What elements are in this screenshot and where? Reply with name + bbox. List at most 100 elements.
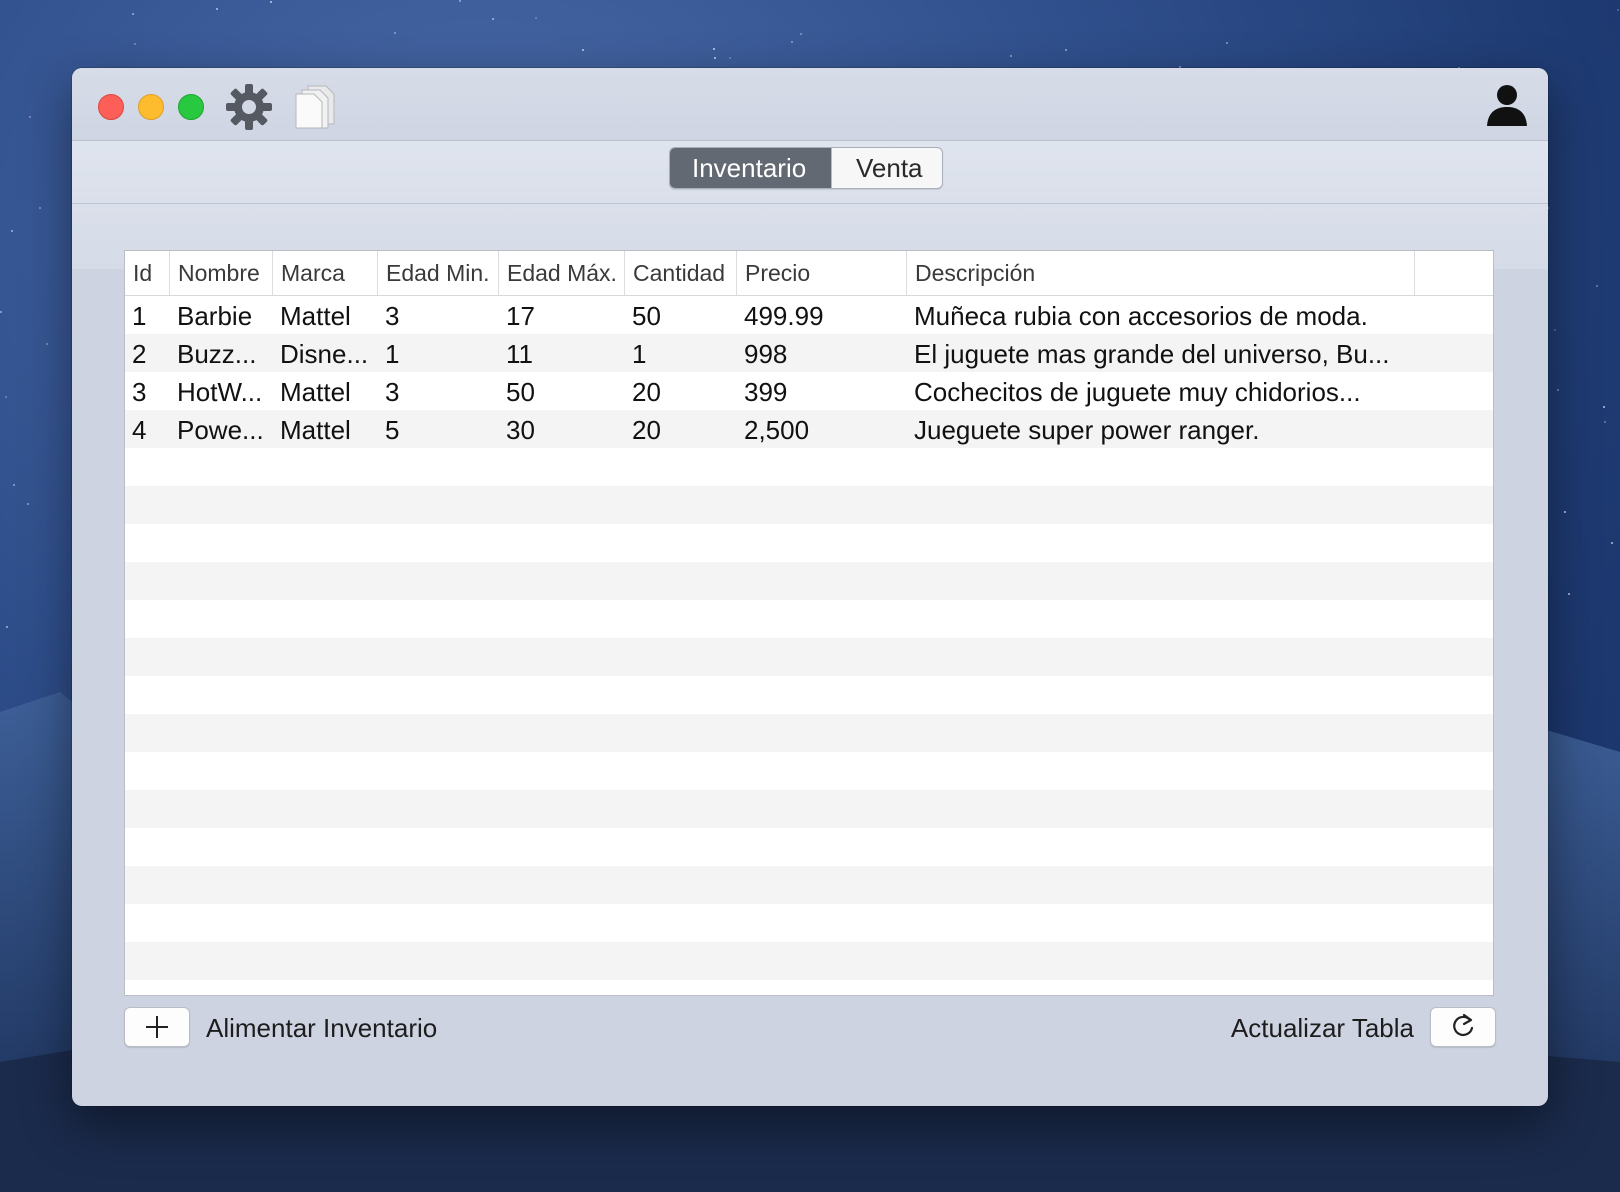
add-inventory-label: Alimentar Inventario	[206, 1013, 438, 1043]
minimize-button[interactable]	[138, 94, 164, 120]
table-cell: 17	[506, 301, 535, 331]
empty-table-row[interactable]	[125, 828, 1493, 866]
empty-table-row[interactable]	[125, 942, 1493, 980]
star	[1564, 511, 1566, 513]
column-header-id[interactable]: Id	[125, 251, 170, 295]
empty-table-row[interactable]	[125, 600, 1493, 638]
star	[11, 230, 13, 232]
table-cell: 1	[132, 301, 147, 331]
refresh-table-label: Actualizar Tabla	[1230, 1013, 1414, 1043]
table-cell: Disne...	[280, 339, 369, 369]
star	[729, 57, 731, 59]
empty-table-row[interactable]	[125, 562, 1493, 600]
star	[39, 207, 41, 209]
refresh-button[interactable]	[1430, 1007, 1496, 1047]
star	[1568, 593, 1570, 595]
bottom-bar: Alimentar Inventario Actualizar Tabla	[124, 1007, 1496, 1047]
column-header-edad-max[interactable]: Edad Máx.	[499, 251, 625, 295]
table-cell: 20	[632, 415, 661, 445]
star	[5, 396, 7, 398]
star	[714, 57, 716, 59]
tab-venta[interactable]: Venta	[831, 148, 942, 188]
column-header-marca[interactable]: Marca	[273, 251, 378, 295]
table-cell: HotW...	[177, 377, 263, 407]
column-header-precio[interactable]: Precio	[737, 251, 907, 295]
table-row[interactable]: 2 Buzz... Disne... 1 11 1 998 El juguete mas gr…	[125, 334, 1493, 372]
column-header-nombre[interactable]: Nombre	[170, 251, 273, 295]
table-cell: Mattel	[280, 377, 351, 407]
empty-table-row[interactable]	[125, 638, 1493, 676]
star	[1554, 329, 1556, 331]
user-icon[interactable]	[1484, 82, 1530, 133]
star	[800, 33, 802, 35]
tab-separator	[72, 203, 1548, 204]
refresh-icon	[1453, 1013, 1474, 1037]
star	[492, 18, 494, 20]
table-cell: 3	[385, 301, 400, 331]
documents-icon[interactable]	[292, 82, 340, 135]
star	[1226, 42, 1228, 44]
table-cell: 5	[385, 415, 400, 445]
star	[1603, 406, 1605, 408]
star	[535, 17, 537, 19]
star	[27, 503, 29, 505]
empty-table-row[interactable]	[125, 676, 1493, 714]
table-cell: Mattel	[280, 415, 351, 445]
empty-table-row[interactable]	[125, 486, 1493, 524]
empty-table-row[interactable]	[125, 752, 1493, 790]
table-cell: 1	[632, 339, 647, 369]
inventory-table[interactable]: Id Nombre Marca Edad Min. Edad Máx. Cant…	[124, 250, 1494, 996]
star	[1604, 421, 1606, 423]
empty-table-row[interactable]	[125, 714, 1493, 752]
star	[0, 311, 2, 313]
table-cell: 2,500	[744, 415, 810, 445]
table-header: Id Nombre Marca Edad Min. Edad Máx. Cant…	[125, 251, 1493, 296]
column-header-descripcion[interactable]: Descripción	[907, 251, 1415, 295]
star	[6, 626, 8, 628]
table-cell: 1	[385, 339, 400, 369]
star	[791, 41, 793, 43]
table-cell: Buzz...	[177, 339, 257, 369]
star	[1611, 542, 1613, 544]
table-cell: 30	[506, 415, 535, 445]
star	[132, 13, 134, 15]
table-cell: 399	[744, 377, 788, 407]
title-bar	[72, 68, 1548, 141]
table-cell: 3	[132, 377, 147, 407]
gear-icon[interactable]	[224, 82, 274, 137]
column-header-edad-min[interactable]: Edad Min.	[378, 251, 499, 295]
empty-table-row[interactable]	[125, 980, 1493, 995]
star	[713, 48, 715, 50]
star	[13, 484, 15, 486]
app-window: Inventario Venta Id Nombre Marca Edad Mi…	[72, 68, 1548, 1106]
table-row[interactable]: 3 HotW... Mattel 3 50 20 399 Cochecitos de jugu…	[125, 372, 1493, 410]
zoom-button[interactable]	[178, 94, 204, 120]
table-cell: 50	[632, 301, 661, 331]
star	[1557, 389, 1559, 391]
table-cell: Mattel	[280, 301, 351, 331]
table-cell: 499.99	[744, 301, 824, 331]
table-cell: 998	[744, 339, 788, 369]
column-header-cantidad[interactable]: Cantidad	[625, 251, 737, 295]
empty-table-row[interactable]	[125, 448, 1493, 486]
add-button[interactable]	[124, 1007, 190, 1047]
empty-table-row[interactable]	[125, 866, 1493, 904]
table-cell: Cochecitos de juguete muy chidorios...	[914, 377, 1361, 407]
close-button[interactable]	[98, 94, 124, 120]
empty-table-row[interactable]	[125, 524, 1493, 562]
table-body: 1 Barbie Mattel 3 17 50 499.99 Muñeca rubia con…	[125, 296, 1493, 995]
empty-table-row[interactable]	[125, 790, 1493, 828]
table-cell: 3	[385, 377, 400, 407]
table-cell: 50	[506, 377, 535, 407]
star	[1065, 49, 1067, 51]
tab-inventario[interactable]: Inventario	[670, 148, 831, 188]
star	[394, 32, 396, 34]
table-row[interactable]: 1 Barbie Mattel 3 17 50 499.99 Muñeca rubia con…	[125, 296, 1493, 334]
table-cell: El juguete mas grande del universo, Bu..…	[914, 339, 1390, 369]
star	[1010, 55, 1012, 57]
table-row[interactable]: 4 Powe... Mattel 5 30 20 2,500 Jueguete super p…	[125, 410, 1493, 448]
star	[459, 0, 461, 2]
empty-table-row[interactable]	[125, 904, 1493, 942]
star	[134, 43, 136, 45]
table-cell: 11	[506, 339, 533, 369]
